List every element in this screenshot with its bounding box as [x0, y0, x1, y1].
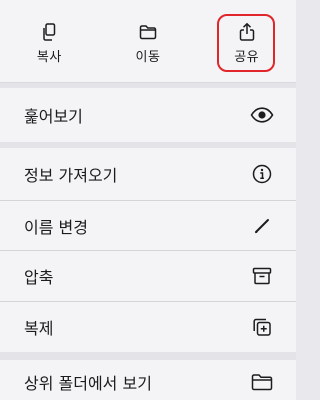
- preview-label: 훑어보기: [24, 107, 83, 126]
- share-highlight-box: [217, 14, 275, 72]
- top-action-bar: 복사 이동 공유: [0, 0, 296, 83]
- pencil-icon: [250, 214, 274, 238]
- get-info-row[interactable]: 정보 가져오기: [0, 148, 296, 200]
- move-label: 이동: [135, 50, 161, 65]
- duplicate-icon: [250, 315, 274, 339]
- copy-button[interactable]: 복사: [0, 0, 99, 82]
- rename-label: 이름 변경: [24, 217, 88, 237]
- folder-icon: [138, 22, 158, 42]
- eye-icon: [250, 103, 274, 127]
- copy-icon: [39, 22, 59, 42]
- copy-label: 복사: [36, 50, 62, 65]
- folder-icon: [250, 370, 274, 394]
- rename-row[interactable]: 이름 변경: [0, 201, 296, 250]
- info-icon: [250, 162, 274, 186]
- archive-icon: [250, 264, 274, 288]
- compress-label: 압축: [24, 268, 54, 287]
- group-separator: [0, 352, 296, 360]
- get-info-label: 정보 가져오기: [24, 166, 118, 185]
- preview-row[interactable]: 훑어보기: [0, 88, 296, 142]
- show-enclosing-folder-row[interactable]: 상위 폴더에서 보기: [0, 360, 296, 400]
- compress-row[interactable]: 압축: [0, 251, 296, 301]
- duplicate-label: 복제: [24, 319, 54, 338]
- move-button[interactable]: 이동: [99, 0, 198, 82]
- show-enclosing-folder-label: 상위 폴더에서 보기: [24, 374, 152, 393]
- duplicate-row[interactable]: 복제: [0, 302, 296, 352]
- context-menu: 복사 이동 공유 훑어보기 정보 가져오기 이름 변경 압축 복제 상위 폴더에…: [0, 0, 296, 400]
